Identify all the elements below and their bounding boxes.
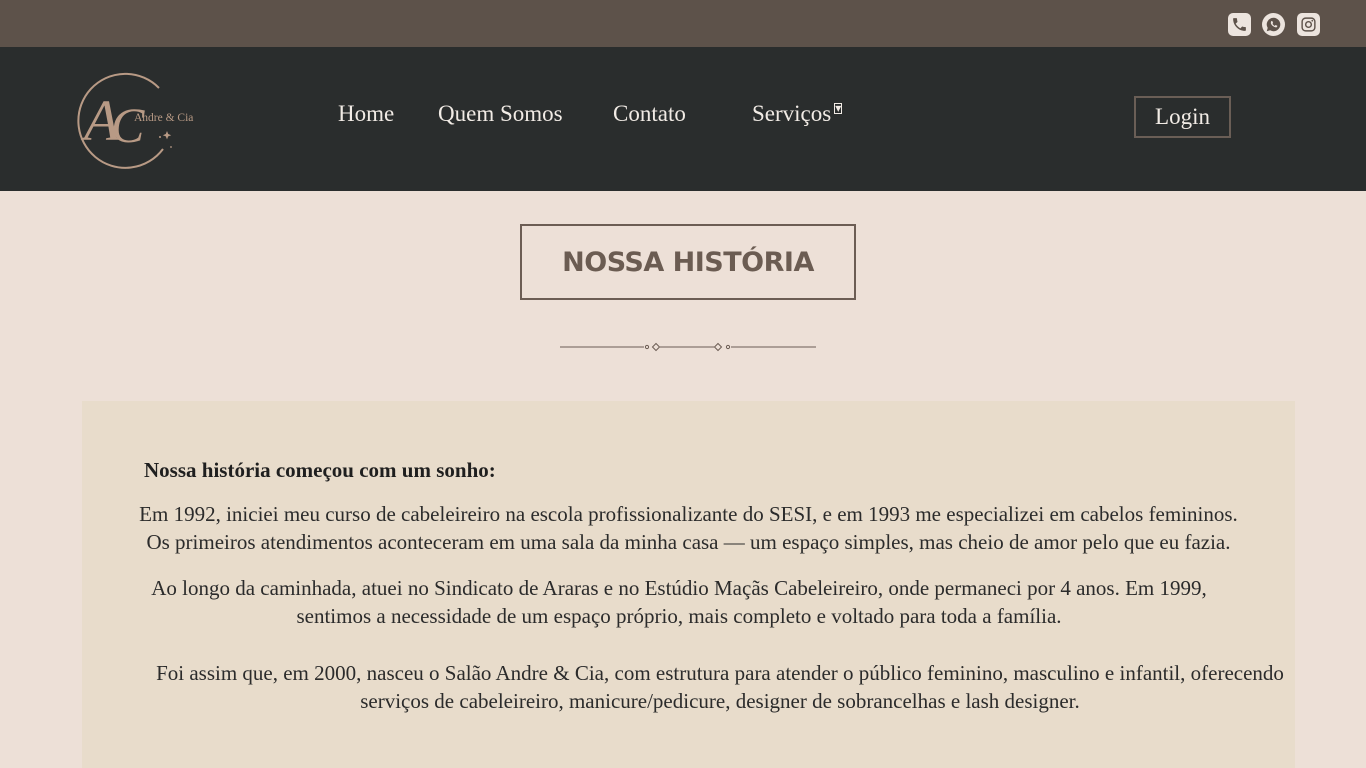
paragraph-line: sentimos a necessidade de um espaço próp… (296, 604, 1062, 628)
instagram-icon-glyph (1301, 17, 1316, 32)
login-button[interactable]: Login (1134, 96, 1231, 138)
paragraph-line: serviços de cabeleireiro, manicure/pedic… (360, 689, 1080, 713)
site-header: A C Andre & Cia Home Quem Somos Contato … (0, 47, 1366, 191)
nav-contato[interactable]: Contato (613, 101, 686, 127)
paragraph-line: Em 1992, iniciei meu curso de cabeleirei… (139, 502, 1238, 526)
nav-servicos-label: Serviços (752, 101, 832, 126)
history-paragraph-1: Em 1992, iniciei meu curso de cabeleirei… (82, 500, 1295, 556)
phone-icon[interactable] (1228, 13, 1251, 36)
phone-icon-glyph (1233, 18, 1246, 31)
nav-home[interactable]: Home (338, 101, 394, 127)
chevron-down-icon: ▾ (834, 101, 843, 115)
whatsapp-icon-glyph (1266, 17, 1281, 32)
nav-servicos[interactable]: Serviços ▾ (752, 101, 843, 127)
logo-name: Andre & Cia (134, 112, 193, 124)
history-paragraph-2: Ao longo da caminhada, atuei no Sindicat… (82, 574, 1276, 630)
nav-quem-somos[interactable]: Quem Somos (438, 101, 563, 127)
paragraph-line: Ao longo da caminhada, atuei no Sindicat… (151, 576, 1207, 600)
story-heading: Nossa história começou com um sonho: (144, 458, 496, 482)
paragraph-line: Os primeiros atendimentos aconteceram em… (146, 530, 1231, 554)
logo[interactable]: A C Andre & Cia (70, 69, 205, 169)
top-bar (0, 0, 1366, 47)
instagram-icon[interactable] (1297, 13, 1320, 36)
whatsapp-icon[interactable] (1262, 13, 1285, 36)
paragraph-line: Foi assim que, em 2000, nasceu o Salão A… (156, 661, 1284, 685)
section-title-box: NOSSA HISTÓRIA (520, 224, 856, 300)
history-paragraph-3: Foi assim que, em 2000, nasceu o Salão A… (82, 659, 1358, 715)
logo-mark: A C Andre & Cia (77, 72, 193, 169)
page-title: NOSSA HISTÓRIA (562, 246, 814, 278)
ornament-divider (560, 342, 816, 352)
svg-text:C: C (111, 97, 145, 153)
